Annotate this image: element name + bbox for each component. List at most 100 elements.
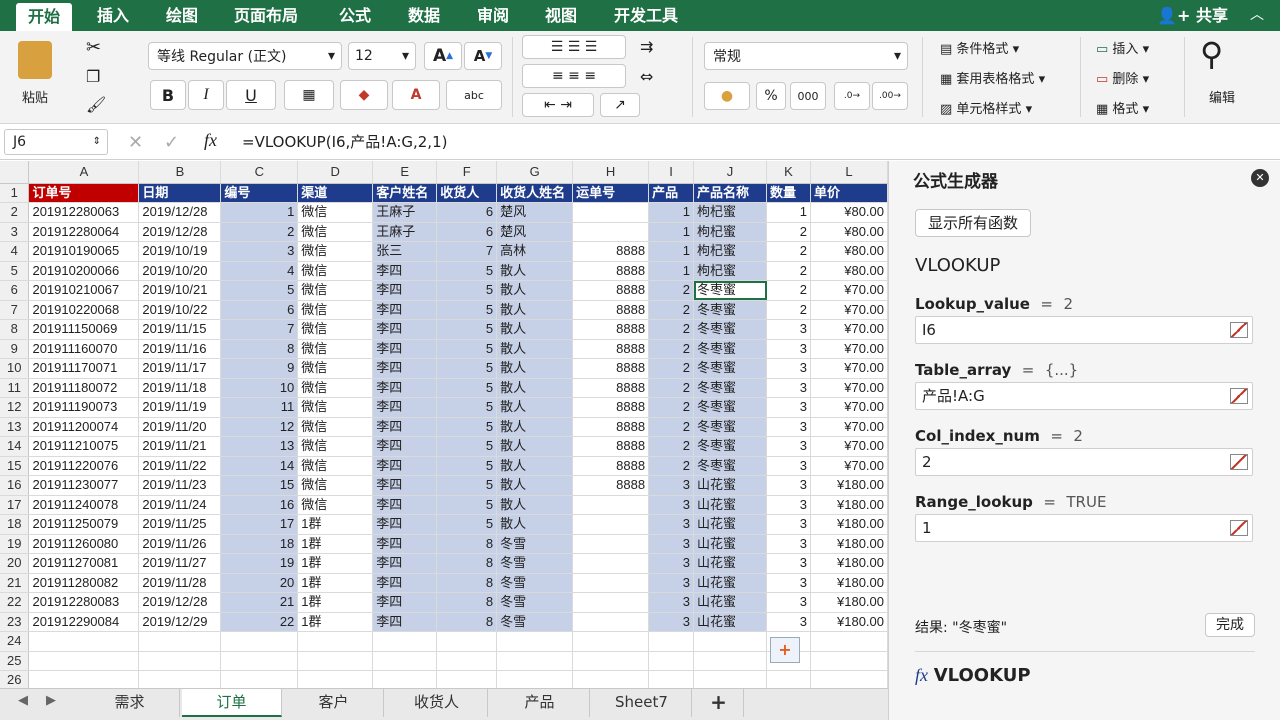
table-cell[interactable]: ¥180.00 [810,553,888,574]
table-cell[interactable]: 1 [220,202,299,223]
table-cell[interactable]: 8888 [572,436,650,457]
table-cell[interactable]: 微信 [297,280,374,301]
table-cell[interactable] [572,553,650,574]
table-cell[interactable]: 冬枣蜜 [693,417,767,437]
table-cell[interactable]: 1 [648,222,695,242]
font-color-button[interactable]: A [392,80,440,110]
table-cell[interactable]: 5 [436,397,498,418]
table-cell[interactable]: 201911270081 [28,553,140,574]
table-cell[interactable]: 201911200074 [28,417,140,437]
table-cell[interactable]: 8888 [572,300,650,320]
menu-review[interactable]: 审阅 [465,0,521,31]
table-cell[interactable]: 散人 [496,495,574,515]
table-cell[interactable]: 山花蜜 [693,514,767,535]
column-header[interactable]: H [572,161,650,184]
table-cell[interactable]: 山花蜜 [693,612,767,632]
table-cell[interactable] [648,631,695,652]
table-cell[interactable]: 6 [436,222,498,242]
header-cell[interactable]: 渠道 [297,183,374,203]
table-cell[interactable]: 微信 [297,436,374,457]
table-cell[interactable]: 散人 [496,514,574,535]
row-number[interactable]: 10 [0,358,30,379]
name-box[interactable]: J6 ⇕ [4,129,108,155]
table-cell[interactable]: 3 [766,319,811,340]
row-number[interactable]: 26 [0,670,30,688]
table-cell[interactable]: 201912280064 [28,222,140,242]
table-cell[interactable]: 201910220068 [28,300,140,320]
table-cell[interactable]: ¥70.00 [810,280,888,301]
insert-function-icon[interactable]: fx [204,130,217,151]
table-cell[interactable]: ¥70.00 [810,456,888,476]
table-cell[interactable]: 201911230077 [28,475,140,496]
horizontal-align-group[interactable]: ≡ ≡ ≡ [522,64,626,88]
table-cell[interactable]: 散人 [496,475,574,496]
currency-button[interactable]: ● [704,82,750,110]
table-cell[interactable]: 201911240078 [28,495,140,515]
table-cell[interactable]: ¥180.00 [810,612,888,632]
cut-icon[interactable]: ✂ [86,37,101,58]
table-cell[interactable]: 李四 [372,514,438,535]
table-cell[interactable] [572,670,650,688]
table-cell[interactable]: 微信 [297,358,374,379]
conditional-format-button[interactable]: ▤ 条件格式 ▾ [940,38,1019,57]
table-cell[interactable]: 7 [436,241,498,262]
row-number[interactable]: 15 [0,456,30,476]
table-cell[interactable] [138,651,222,671]
table-cell[interactable]: 2 [766,222,811,242]
table-cell[interactable]: 微信 [297,202,374,223]
table-cell[interactable]: 冬枣蜜 [693,456,767,476]
table-cell[interactable]: 微信 [297,495,374,515]
table-cell[interactable]: 微信 [297,222,374,242]
wrap-text-icon[interactable]: ⇉ [640,37,653,56]
table-cell[interactable] [648,651,695,671]
row-number[interactable]: 25 [0,651,30,671]
table-cell[interactable]: 李四 [372,280,438,301]
table-cell[interactable]: 5 [436,339,498,359]
table-cell[interactable]: 3 [220,241,299,262]
font-name-select[interactable]: 等线 Regular (正文) ▾ [148,42,342,70]
range-select-icon[interactable] [1230,322,1248,338]
table-cell[interactable]: 8888 [572,339,650,359]
table-cell[interactable]: 王麻子 [372,202,438,223]
table-cell[interactable]: 5 [436,456,498,476]
table-cell[interactable] [693,651,767,671]
row-number[interactable]: 24 [0,631,30,652]
range-select-icon[interactable] [1230,520,1248,536]
table-cell[interactable]: 9 [220,358,299,379]
header-cell[interactable]: 产品 [648,183,695,203]
table-cell[interactable]: 散人 [496,261,574,281]
table-cell[interactable]: 李四 [372,339,438,359]
table-cell[interactable]: 201911150069 [28,319,140,340]
table-cell[interactable]: 1 [648,261,695,281]
table-cell[interactable]: 枸杞蜜 [693,202,767,223]
table-cell[interactable] [693,670,767,688]
table-cell[interactable]: 冬枣蜜 [693,319,767,340]
table-cell[interactable] [297,631,374,652]
column-header[interactable]: I [648,161,695,184]
table-cell[interactable]: 高林 [496,241,574,262]
table-cell[interactable]: ¥80.00 [810,241,888,262]
table-cell[interactable]: 冬枣蜜 [693,300,767,320]
spreadsheet-grid[interactable]: A B C D E F G H I J K L 1 订单号 日期 编号 渠道 客户姓名 收货人 收货人姓名 运单号 产品产… [0,161,888,688]
table-cell[interactable]: 8888 [572,456,650,476]
table-cell[interactable]: 山花蜜 [693,553,767,574]
table-cell[interactable]: 3 [648,553,695,574]
table-cell[interactable]: 4 [220,261,299,281]
table-cell[interactable]: 1群 [297,514,374,535]
table-cell[interactable] [572,202,650,223]
table-cell[interactable]: 3 [766,495,811,515]
header-cell[interactable]: 日期 [138,183,222,203]
table-cell[interactable]: 山花蜜 [693,573,767,593]
percent-button[interactable]: % [756,82,786,110]
table-cell[interactable]: ¥70.00 [810,417,888,437]
row-number[interactable]: 19 [0,534,30,554]
add-sheet-button[interactable]: + [694,689,744,717]
table-cell[interactable]: 8888 [572,397,650,418]
tab-orders[interactable]: 订单 [182,689,282,717]
table-cell[interactable]: 2019/11/24 [138,495,222,515]
table-cell[interactable]: 李四 [372,495,438,515]
table-cell[interactable]: 山花蜜 [693,534,767,554]
table-cell[interactable] [810,670,888,688]
table-cell[interactable]: 3 [648,573,695,593]
table-cell[interactable]: 3 [648,534,695,554]
